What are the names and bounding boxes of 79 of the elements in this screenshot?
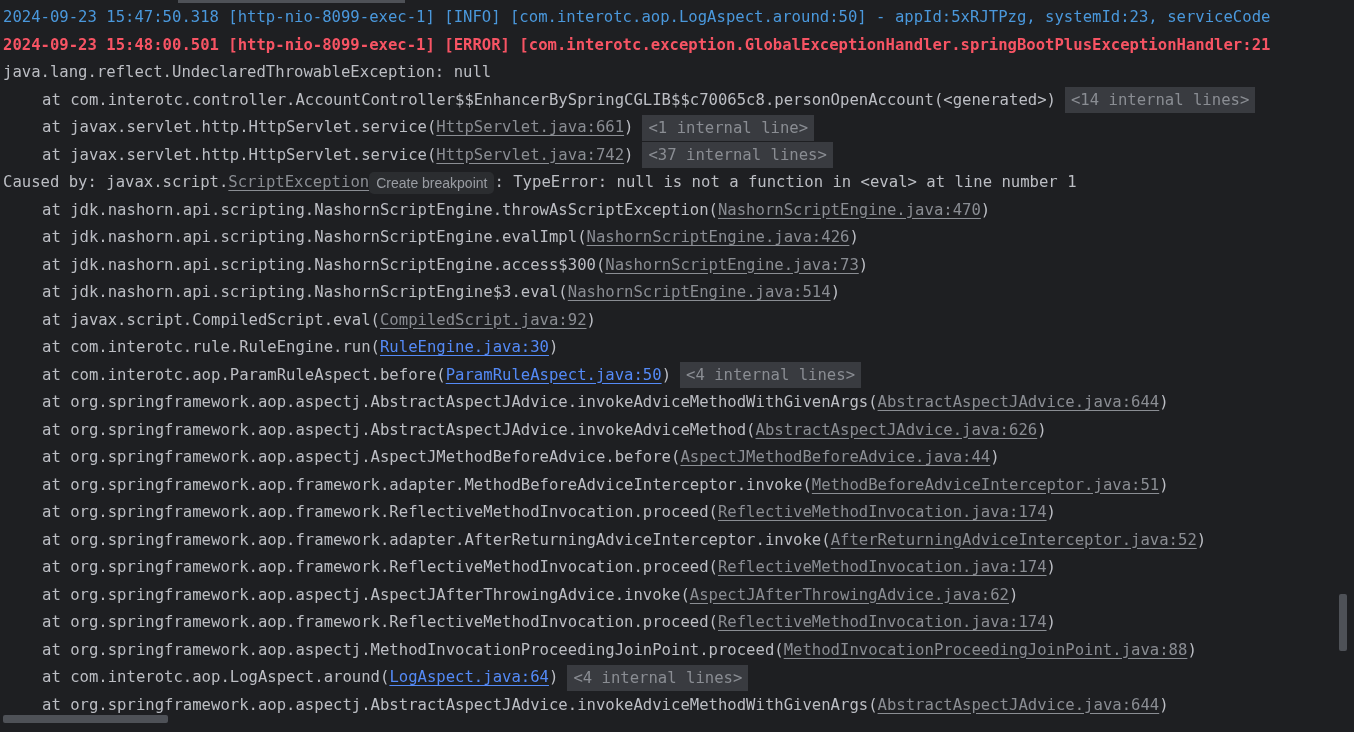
source-link[interactable]: CompiledScript.java:92 bbox=[380, 306, 587, 334]
source-link[interactable]: NashornScriptEngine.java:73 bbox=[605, 251, 859, 279]
log-text: at org.springframework.aop.aspectj.AbstractAspectJAdvice.invokeAdviceMethod( bbox=[42, 419, 756, 441]
source-link[interactable]: NashornScriptEngine.java:470 bbox=[717, 196, 981, 224]
log-text: ) bbox=[980, 199, 991, 221]
log-text: ) bbox=[1046, 612, 1056, 633]
log-text: at org.springframework.aop.aspectj.MethodInvocationProceedingJoinPoint.proceed( bbox=[42, 639, 784, 661]
source-link[interactable]: MethodInvocationProceedingJoinPoint.java:88 bbox=[783, 636, 1188, 664]
log-text: ) bbox=[830, 282, 840, 303]
log-text: ) bbox=[858, 254, 869, 276]
source-link[interactable]: HttpServlet.java:742 bbox=[436, 141, 625, 169]
source-link[interactable]: NashornScriptEngine.java:426 bbox=[586, 224, 850, 252]
log-text: at com.interotc.controller.AccountController$$EnhancerBySpringCGLIB$$c70065c8.personOpenAccount(<generated>) bbox=[42, 89, 1056, 111]
log-text: at org.springframework.aop.framework.adapter.AfterReturningAdviceInterceptor.invoke( bbox=[42, 529, 831, 551]
log-text: at org.springframework.aop.framework.ReflectiveMethodInvocation.proceed( bbox=[42, 557, 718, 578]
log-text: ) bbox=[1159, 392, 1169, 413]
log-text: at com.interotc.aop.LogAspect.around( bbox=[42, 667, 390, 688]
log-text: at org.springframework.aop.aspectj.AbstractAspectJAdvice.invokeAdviceMethodWithGivenArgs( bbox=[42, 694, 878, 716]
source-link[interactable]: AbstractAspectJAdvice.java:644 bbox=[877, 691, 1160, 719]
log-text: ) bbox=[624, 117, 634, 138]
source-link[interactable]: ReflectiveMethodInvocation.java:174 bbox=[717, 499, 1047, 527]
folded-lines-badge[interactable]: <37 internal lines> bbox=[642, 142, 833, 169]
log-text: at org.springframework.aop.framework.ReflectiveMethodInvocation.proceed( bbox=[42, 502, 718, 523]
folded-lines-badge[interactable]: <1 internal line> bbox=[642, 114, 815, 141]
source-link[interactable]: MethodBeforeAdviceInterceptor.java:51 bbox=[811, 471, 1160, 499]
log-text: ) bbox=[1159, 694, 1169, 716]
log-text: ) bbox=[1046, 502, 1056, 523]
log-text: at com.interotc.aop.ParamRuleAspect.before( bbox=[42, 364, 446, 386]
log-text: at org.springframework.aop.aspectj.AbstractAspectJAdvice.invokeAdviceMethodWithGivenArgs( bbox=[42, 392, 878, 413]
log-text: at org.springframework.aop.framework.adapter.MethodBeforeAdviceInterceptor.invoke( bbox=[42, 474, 812, 496]
log-text: ) bbox=[1159, 474, 1169, 496]
log-text: at org.springframework.aop.aspectj.AspectJAfterThrowingAdvice.invoke( bbox=[42, 584, 690, 606]
log-text: at org.springframework.aop.aspectj.AspectJMethodBeforeAdvice.before( bbox=[42, 447, 681, 468]
horizontal-scrollbar-thumb[interactable] bbox=[3, 715, 168, 723]
source-link[interactable]: AspectJMethodBeforeAdvice.java:44 bbox=[680, 444, 991, 472]
log-text: ) bbox=[586, 309, 596, 331]
log-text: ) bbox=[1037, 419, 1047, 441]
log-text: at org.springframework.aop.framework.ReflectiveMethodInvocation.proceed( bbox=[42, 612, 718, 633]
log-text: java.lang.reflect.UndeclaredThrowableException: null bbox=[3, 62, 492, 83]
scrollbar-thumb[interactable] bbox=[178, 0, 405, 3]
log-text: at jdk.nashorn.api.scripting.NashornScriptEngine.access$300( bbox=[42, 254, 606, 276]
source-link[interactable]: RuleEngine.java:30 bbox=[380, 334, 549, 362]
source-link[interactable]: ReflectiveMethodInvocation.java:174 bbox=[717, 554, 1047, 582]
log-text: ) bbox=[624, 144, 634, 166]
log-text: : TypeError: null is not a function in <eval> at line number 1 bbox=[494, 172, 1077, 193]
log-text: ) bbox=[549, 667, 559, 688]
log-text: at javax.servlet.http.HttpServlet.service( bbox=[42, 117, 437, 138]
source-link[interactable]: NashornScriptEngine.java:514 bbox=[567, 279, 831, 307]
folded-lines-badge[interactable]: <4 internal lines> bbox=[680, 362, 862, 389]
log-text: at jdk.nashorn.api.scripting.NashornScriptEngine.evalImpl( bbox=[42, 227, 587, 248]
source-link[interactable]: ReflectiveMethodInvocation.java:174 bbox=[717, 609, 1047, 637]
log-text: ) bbox=[549, 337, 559, 358]
source-link[interactable]: HttpServlet.java:661 bbox=[436, 114, 625, 142]
log-text: at javax.script.CompiledScript.eval( bbox=[42, 309, 380, 331]
source-link[interactable]: LogAspect.java:64 bbox=[389, 664, 549, 692]
log-text: 2024-09-23 15:47:50.318 [http-nio-8099-exec-1] [INFO] [com.interotc.aop.LogAspect.around:50] - appId:5xRJTPzg, systemId:23, serviceCode bbox=[3, 7, 1271, 28]
log-text: ) bbox=[990, 447, 1000, 468]
create-breakpoint-button[interactable]: Create breakpoint bbox=[369, 171, 495, 194]
source-link[interactable]: AbstractAspectJAdvice.java:644 bbox=[877, 389, 1160, 417]
log-text: 2024-09-23 15:48:00.501 [http-nio-8099-exec-1] [ERROR] [com.interotc.exception.GlobalExceptionHandler.springBootPlusExceptionHandler:21 bbox=[3, 34, 1271, 56]
log-text: at javax.servlet.http.HttpServlet.service( bbox=[42, 144, 437, 166]
log-text: ) bbox=[1046, 557, 1056, 578]
log-text: at jdk.nashorn.api.scripting.NashornScriptEngine.throwAsScriptException( bbox=[42, 199, 718, 221]
vertical-scrollbar-thumb[interactable] bbox=[1339, 594, 1347, 651]
log-text: at com.interotc.rule.RuleEngine.run( bbox=[42, 337, 380, 358]
log-text: Caused by: javax.script. bbox=[3, 172, 229, 193]
source-link[interactable]: ParamRuleAspect.java:50 bbox=[445, 361, 662, 389]
folded-lines-badge[interactable]: <14 internal lines> bbox=[1064, 87, 1256, 114]
folded-lines-badge[interactable]: <4 internal lines> bbox=[567, 664, 749, 691]
source-link[interactable]: AbstractAspectJAdvice.java:626 bbox=[755, 416, 1038, 444]
log-text: ) bbox=[849, 227, 859, 248]
log-text: ) bbox=[1187, 639, 1197, 661]
log-text: ) bbox=[1196, 529, 1207, 551]
source-link[interactable]: AfterReturningAdviceInterceptor.java:52 bbox=[830, 526, 1197, 554]
source-link[interactable]: AspectJAfterThrowingAdvice.java:62 bbox=[689, 581, 1009, 609]
source-link[interactable]: ScriptException bbox=[228, 169, 370, 197]
log-text: ) bbox=[1009, 584, 1019, 606]
log-text: at jdk.nashorn.api.scripting.NashornScriptEngine$3.eval( bbox=[42, 282, 568, 303]
log-text: ) bbox=[661, 364, 672, 386]
